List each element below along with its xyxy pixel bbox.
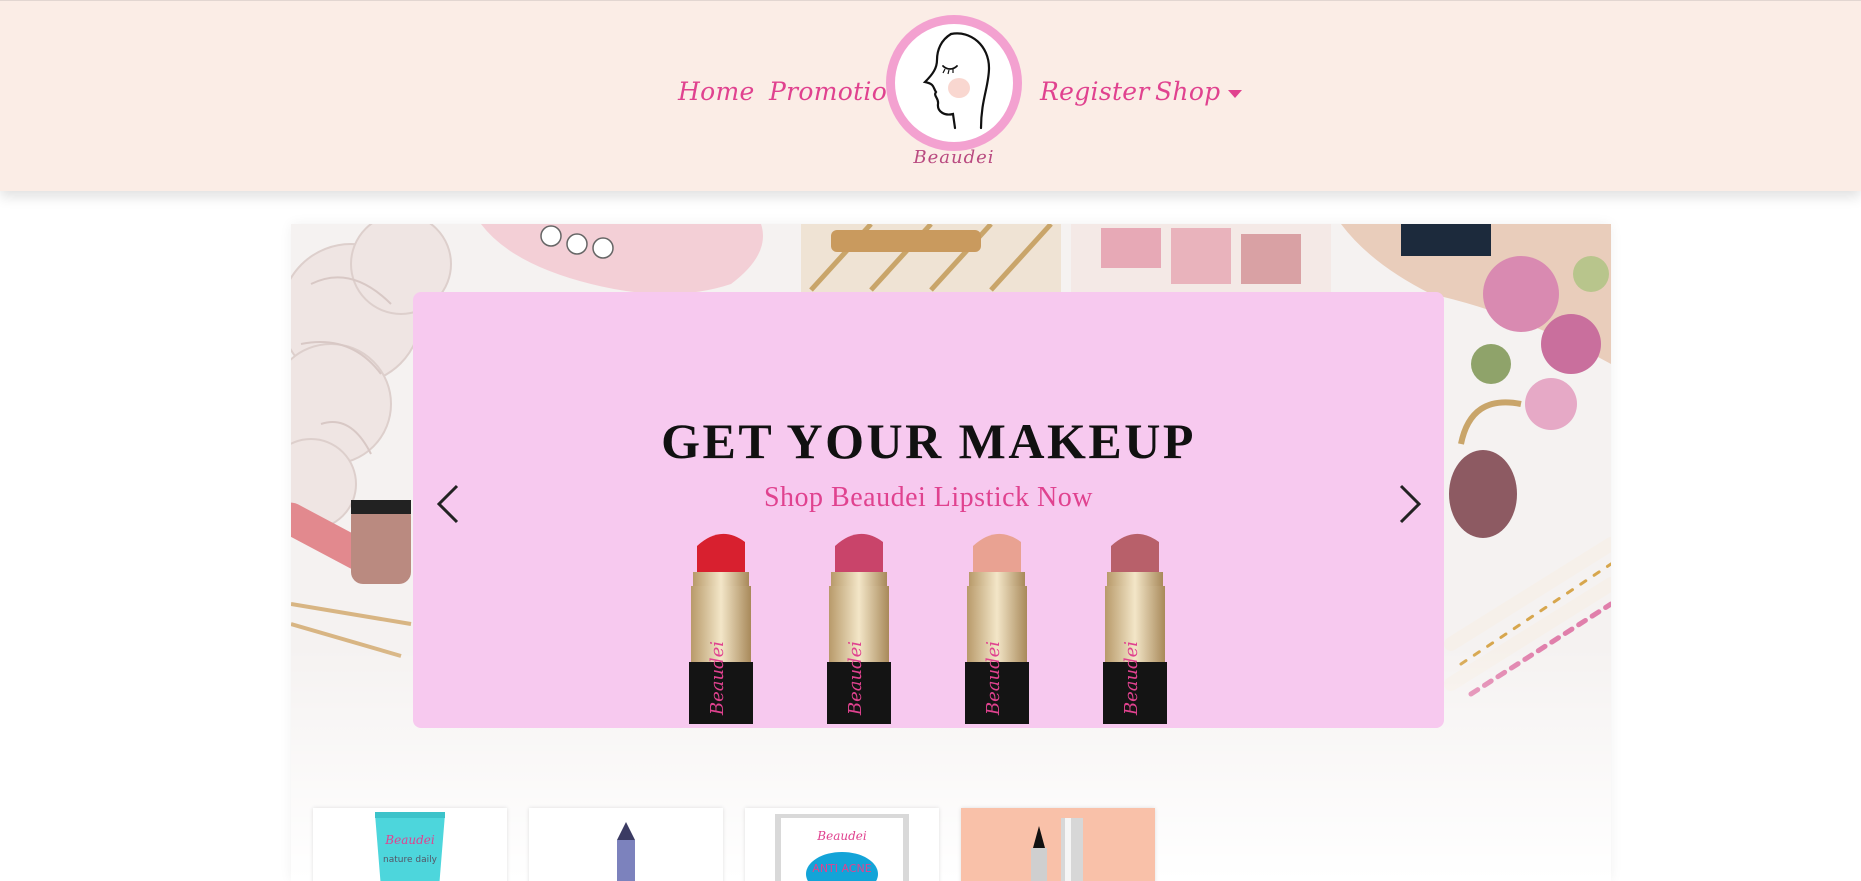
face-profile-icon [922,32,991,130]
nav-register-link[interactable]: Register [1040,77,1150,106]
lipstick-brand-text: Beaudei [845,641,866,716]
lipstick-1: Beaudei [689,533,753,724]
mask-brand-text: Beaudei [816,829,867,843]
lipstick-product-image: Beaudei Beaudei Beaudei Beaudei [689,533,1167,724]
banner-subtitle: Shop Beaudei Lipstick Now [763,482,1094,513]
product-image-eyeliner [617,822,635,881]
chevron-left-icon[interactable] [431,482,465,526]
lipstick-4: Beaudei [1103,533,1167,724]
lipstick-brand-text: Beaudei [983,641,1004,716]
brand-logo-name: Beaudei [913,147,995,168]
banner-title: GET YOUR MAKEUP [661,413,1196,469]
product-card-eyeliner[interactable] [529,808,723,881]
product-image-cleanser: Beaudei nature daily [375,812,445,881]
nav-shop-label: Shop [1155,77,1221,106]
nav-home-link[interactable]: Home [678,77,755,106]
top-navigation-bar: Home Promotion Beaudei Register Shop [0,0,1861,191]
product-card-face-mask[interactable]: Beaudei ANTI ACNE [745,808,939,881]
lipsticks-group: Beaudei Beaudei Beaudei Beaudei [689,533,1167,724]
nav-promotion-link[interactable]: Promotion [769,77,903,106]
product-card-liquid-liner[interactable] [961,808,1155,881]
caret-down-icon [1228,89,1243,98]
nav-shop-menu[interactable]: Shop [1155,77,1243,106]
lipstick-2: Beaudei [827,533,891,724]
cleanser-brand-text: Beaudei [384,833,435,847]
product-card-cleanser[interactable]: Beaudei nature daily [313,808,507,881]
product-image-face-mask: Beaudei ANTI ACNE [775,814,909,881]
lipstick-3: Beaudei [965,533,1029,724]
mask-label-text: ANTI ACNE [812,862,871,875]
promo-banner[interactable]: GET YOUR MAKEUP Shop Beaudei Lipstick No… [413,292,1444,728]
brand-logo[interactable] [886,15,1022,151]
hero-section: GET YOUR MAKEUP Shop Beaudei Lipstick No… [291,224,1611,881]
lipstick-brand-text: Beaudei [707,641,728,716]
lipstick-brand-text: Beaudei [1121,641,1142,716]
chevron-right-icon[interactable] [1393,482,1427,526]
product-image-liquid-liner [961,808,1155,881]
cleanser-tagline-text: nature daily [383,855,438,865]
